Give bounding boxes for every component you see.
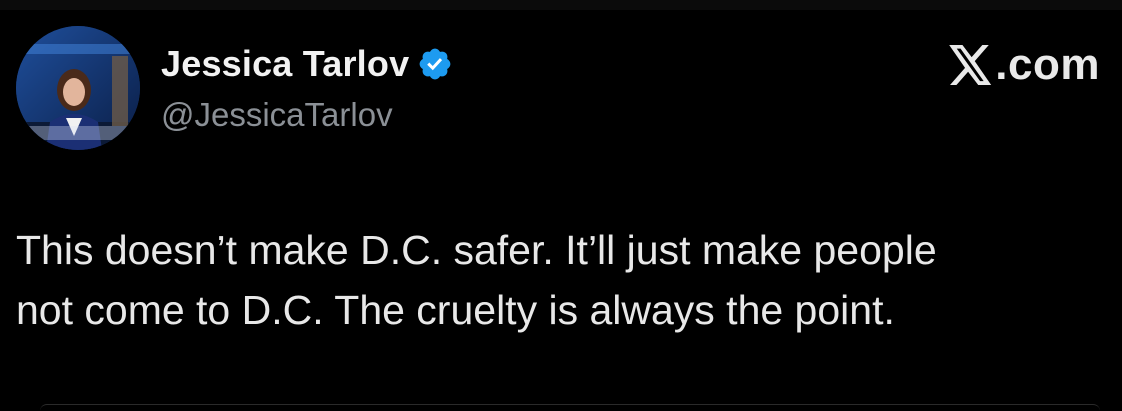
brand-text: .com xyxy=(995,40,1100,89)
display-name[interactable]: Jessica Tarlov xyxy=(161,43,409,85)
display-name-row[interactable]: Jessica Tarlov xyxy=(161,40,453,88)
x-logo-icon xyxy=(949,45,993,85)
tweet-text: This doesn’t make D.C. safer. It’ll just… xyxy=(16,220,1106,340)
verified-badge-icon xyxy=(417,46,453,82)
brand-label: .com xyxy=(949,40,1100,90)
avatar-photo-icon xyxy=(16,26,140,150)
avatar[interactable] xyxy=(16,26,140,150)
tweet-text-line-2: not come to D.C. The cruelty is always t… xyxy=(16,287,895,333)
top-strip xyxy=(0,0,1122,10)
user-handle[interactable]: @JessicaTarlov xyxy=(161,96,393,134)
tweet-card: Jessica Tarlov @JessicaTarlov .com This … xyxy=(0,0,1122,410)
tweet-text-line-1: This doesn’t make D.C. safer. It’ll just… xyxy=(16,227,937,273)
